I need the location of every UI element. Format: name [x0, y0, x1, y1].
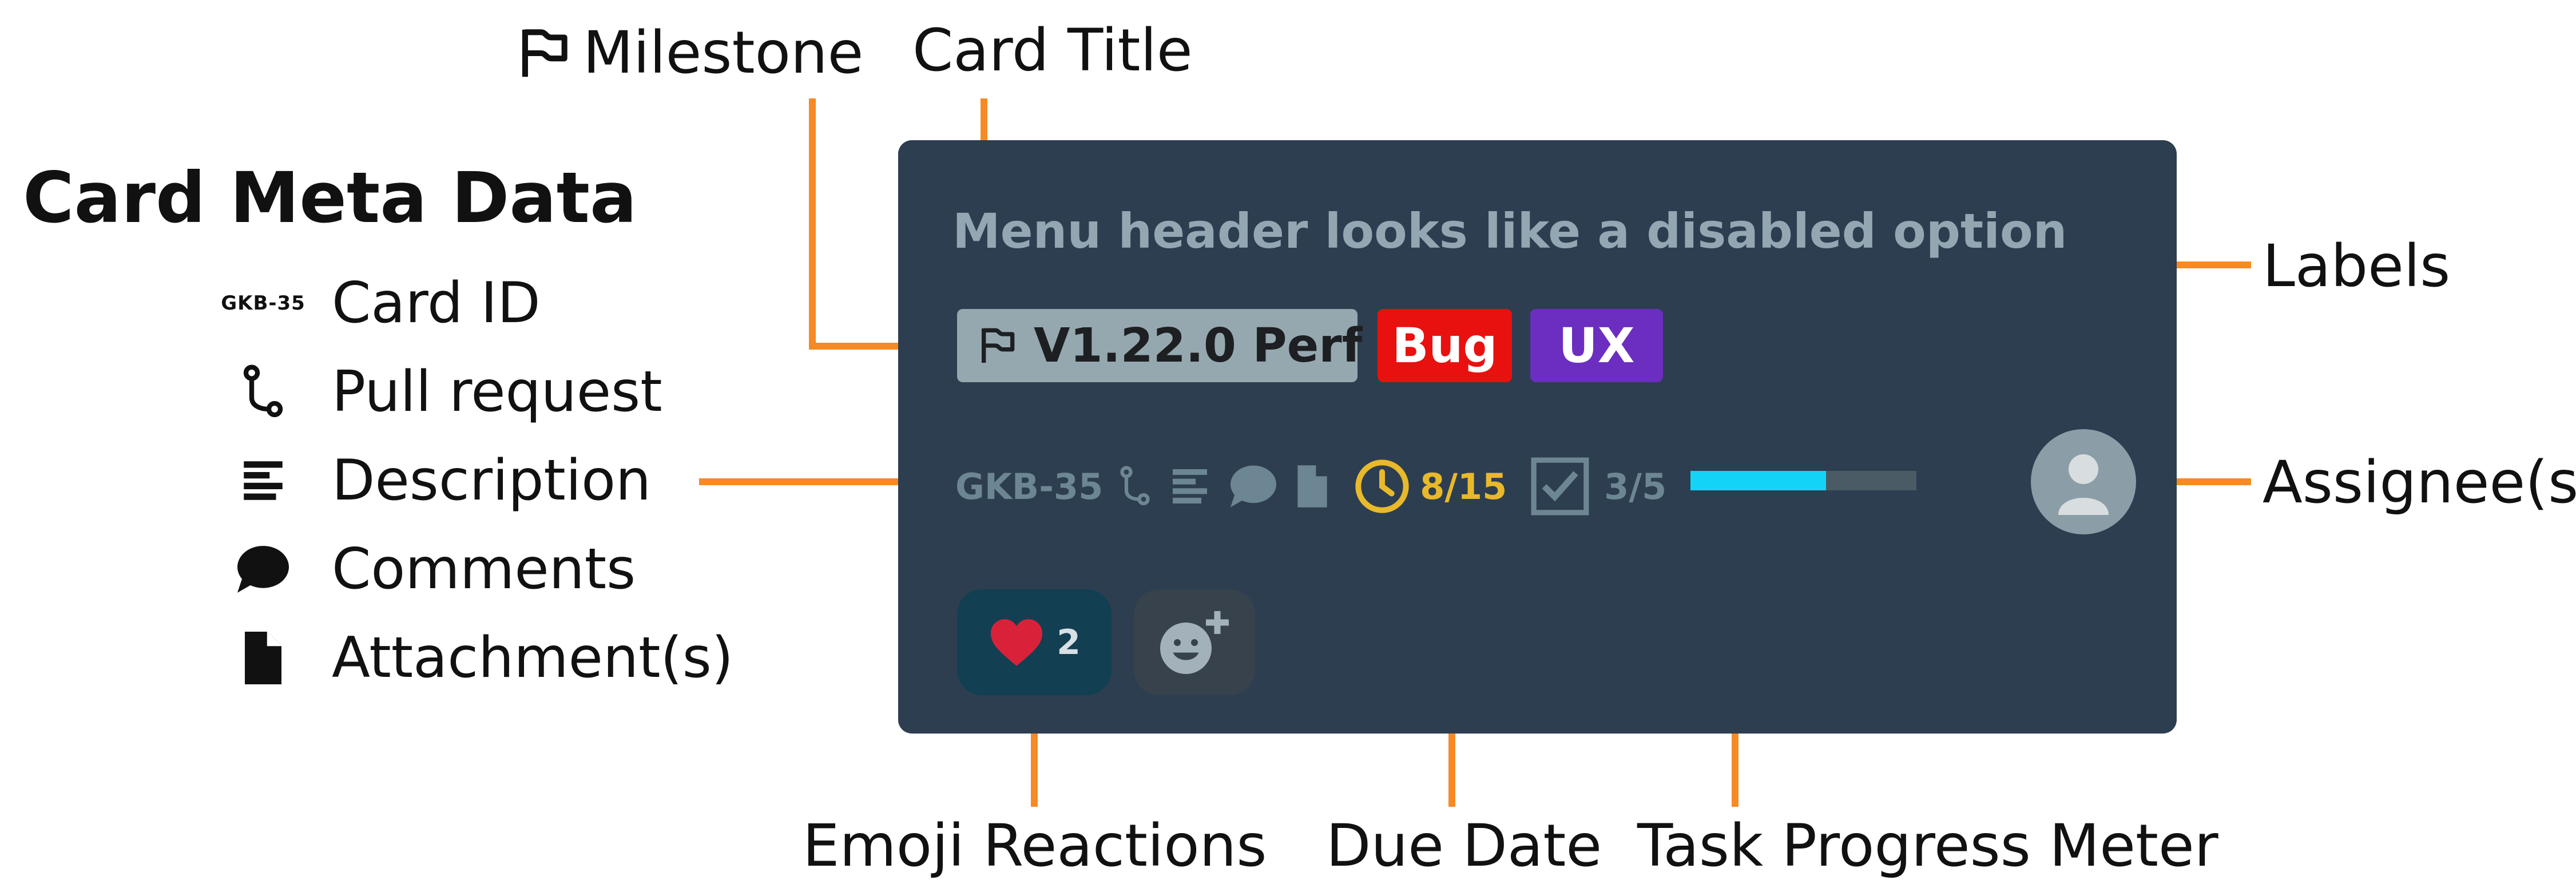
- card-title[interactable]: Menu header looks like a disabled option: [952, 203, 2067, 259]
- milestone-text: V1.22.0 Perf: [1034, 318, 1363, 373]
- assignees-annotation: Assignee(s): [2263, 449, 2576, 517]
- due-date[interactable]: 8/15: [1420, 466, 1507, 508]
- user-icon: [2058, 454, 2109, 515]
- kanban-card[interactable]: Menu header looks like a disabled option…: [898, 140, 2177, 734]
- clock-icon: [1354, 458, 1411, 515]
- card-id-sample: GKB-35: [221, 292, 305, 315]
- card-id: GKB-35: [955, 465, 1104, 508]
- label-bug[interactable]: Bug: [1378, 309, 1512, 382]
- add-reaction-button[interactable]: [1134, 589, 1255, 695]
- label-text: UX: [1558, 318, 1635, 374]
- due-date-annotation: Due Date: [1326, 812, 1602, 880]
- pull-request-icon: [240, 363, 286, 421]
- legend-item-attachment: Attachment(s): [217, 624, 733, 692]
- milestone-chip[interactable]: V1.22.0 Perf: [957, 309, 1362, 382]
- card-title-annotation: Card Title: [912, 17, 1193, 85]
- comment-icon[interactable]: [1228, 463, 1279, 509]
- heart-icon: [988, 617, 1045, 668]
- description-icon: [237, 455, 289, 506]
- legend-item-label: Comments: [332, 537, 636, 602]
- attachment-icon: [240, 629, 286, 687]
- reaction-heart[interactable]: 2: [957, 589, 1112, 695]
- label-text: Bug: [1392, 318, 1498, 374]
- flag-icon: [512, 22, 575, 85]
- add-emoji-icon: [1154, 605, 1235, 680]
- comment-icon: [235, 544, 292, 595]
- legend-item-label: Card ID: [332, 271, 541, 336]
- task-progress-fill: [1690, 471, 1826, 490]
- legend-item-pull-request: Pull request: [217, 358, 662, 426]
- task-count: 3/5: [1604, 465, 1667, 508]
- milestone-annotation: Milestone: [512, 22, 863, 85]
- legend-item-label: Attachment(s): [332, 625, 734, 691]
- description-icon[interactable]: [1167, 463, 1213, 509]
- legend-item-comments: Comments: [217, 535, 636, 604]
- task-progress-meter: [1690, 471, 1916, 490]
- legend-title: Card Meta Data: [23, 157, 637, 239]
- checkbox-icon: [1529, 455, 1591, 518]
- legend-item-label: Pull request: [332, 359, 662, 425]
- card-meta-row: GKB-35 8/15 3/5: [955, 449, 1666, 524]
- legend-item-label: Description: [332, 448, 652, 513]
- milestone-annotation-label: Milestone: [583, 19, 864, 87]
- labels-annotation: Labels: [2263, 232, 2451, 300]
- pull-request-icon[interactable]: [1118, 463, 1152, 509]
- legend-item-description: Description: [217, 446, 651, 515]
- flag-icon: [974, 323, 1020, 368]
- assignee-avatar[interactable]: [2031, 429, 2136, 534]
- attachment-icon[interactable]: [1294, 463, 1331, 509]
- task-progress-annotation: Task Progress Meter: [1637, 812, 2218, 880]
- label-ux[interactable]: UX: [1530, 309, 1663, 382]
- legend-item-card-id: GKB-35 Card ID: [217, 269, 541, 338]
- reaction-count: 2: [1057, 622, 1081, 663]
- emoji-reactions-annotation: Emoji Reactions: [803, 812, 1267, 880]
